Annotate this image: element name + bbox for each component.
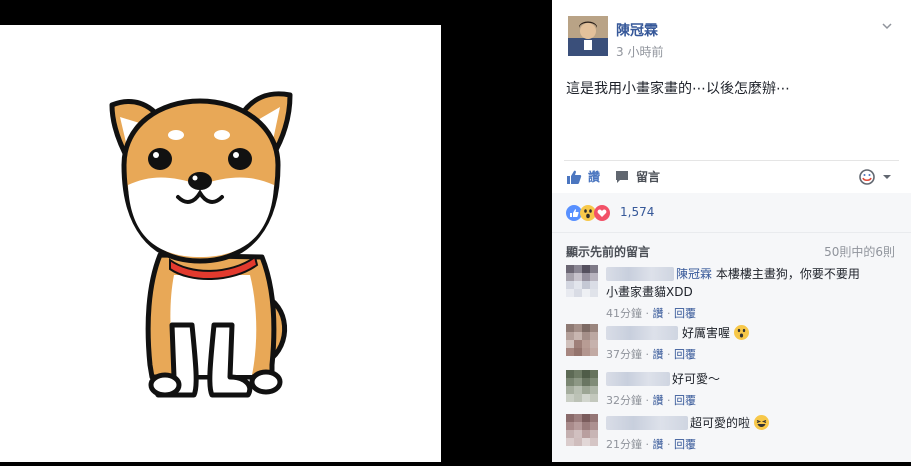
comment-time[interactable]: 41分鐘 [606,307,642,320]
comment-icon [616,170,628,183]
comment-label: 留言 [636,170,661,184]
comment-line: 超可愛的啦 [690,414,769,432]
comment-item: 好厲害喔 37分鐘 · 讚 · 回覆 [566,324,901,364]
show-previous-comments-link[interactable]: 顯示先前的留言 [566,243,650,260]
post-timestamp[interactable]: 3 小時前 [616,43,663,60]
commenter-avatar[interactable] [566,370,598,402]
shiba-dog-drawing [109,91,293,398]
comment-text: 本樓樓主畫狗，你要不要用 [715,267,860,281]
comment-item: 陳冠霖 本樓樓主畫狗，你要不要用 小畫家畫貓XDD 41分鐘 · 讚 · 回覆 [566,265,901,321]
thumbs-up-icon [567,170,582,184]
comment-like-link[interactable]: 讚 [653,394,664,407]
comment-time[interactable]: 37分鐘 [606,348,642,361]
comment-text: 超可愛的啦 [690,416,751,430]
comments-section: 顯示先前的留言 50則中的6則 陳冠霖 本樓樓主畫狗，你要不要用 小畫家畫貓XD… [552,233,911,462]
comment-reply-link[interactable]: 回覆 [674,438,696,451]
comment-meta: 32分鐘 · 讚 · 回覆 [606,394,696,407]
post-photo[interactable] [0,25,441,462]
comment-text: 好厲害喔 [682,326,731,340]
comment-meta: 41分鐘 · 讚 · 回覆 [606,307,696,320]
surprised-emoji-icon [733,325,749,340]
comment-meta: 21分鐘 · 讚 · 回覆 [606,438,696,451]
chevron-down-icon[interactable] [881,20,893,32]
commenter-avatar[interactable] [566,324,598,356]
comment-item: 好可愛～ 32分鐘 · 讚 · 回覆 [566,370,901,410]
comment-line: 陳冠霖 本樓樓主畫狗，你要不要用 [676,265,860,283]
poster-avatar[interactable] [568,16,608,56]
comment-time[interactable]: 32分鐘 [606,394,642,407]
comment-reply-link[interactable]: 回覆 [674,348,696,361]
blurred-name [606,416,688,430]
comment-reply-link[interactable]: 回覆 [674,307,696,320]
comment-time[interactable]: 21分鐘 [606,438,642,451]
comment-line: 好厲害喔 [682,324,749,342]
comment-like-link[interactable]: 讚 [653,348,664,361]
comment-author[interactable]: 陳冠霖 [676,267,712,281]
blurred-name [606,267,674,281]
divider [564,160,899,161]
comment-meta: 37分鐘 · 讚 · 回覆 [606,348,696,361]
blurred-name [606,372,670,386]
comment-text: 好可愛～ [672,372,721,386]
reactions-bar: 1,574 [552,193,911,233]
post-side-panel: 陳冠霖 3 小時前 這是我用小畫家畫的⋯以後怎麼辦⋯ 讚 留言 1,574 顯示… [552,0,911,462]
commenter-avatar[interactable] [566,414,598,446]
comment-button[interactable]: 留言 [614,168,660,185]
comment-reply-link[interactable]: 回覆 [674,394,696,407]
comment-item: 超可愛的啦 21分鐘 · 讚 · 回覆 [566,414,901,454]
like-label: 讚 [588,170,601,184]
post-text: 這是我用小畫家畫的⋯以後怎麼辦⋯ [566,81,790,97]
reaction-emoji-icon [859,169,875,185]
reaction-selector-button[interactable] [858,168,892,186]
like-button[interactable]: 讚 [566,168,600,185]
comment-count-label: 50則中的6則 [824,245,895,259]
poster-name[interactable]: 陳冠霖 [616,20,658,40]
caret-down-icon [883,175,891,179]
comment-like-link[interactable]: 讚 [653,438,664,451]
blurred-name [606,326,678,340]
reaction-count[interactable]: 1,574 [620,205,654,219]
comment-like-link[interactable]: 讚 [653,307,664,320]
commenter-avatar[interactable] [566,265,598,297]
comment-text-continued: 小畫家畫貓XDD [606,285,693,299]
love-reaction-icon [594,205,610,221]
reaction-icons[interactable] [566,205,610,221]
laughing-emoji-icon [753,415,769,430]
